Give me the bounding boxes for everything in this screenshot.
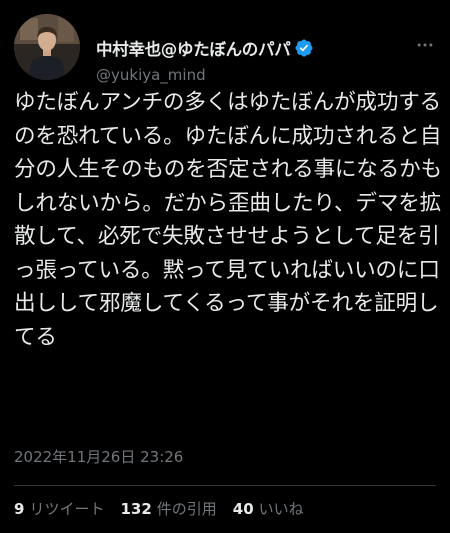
quotes-stat[interactable]: 132 件の引用	[120, 498, 216, 519]
tweet-stats: 9 リツイート 132 件の引用 40 いいね	[14, 498, 320, 519]
retweets-label: リツイート	[29, 500, 105, 518]
retweets-count: 9	[14, 500, 25, 518]
quotes-count: 132	[120, 500, 152, 518]
likes-count: 40	[232, 500, 254, 518]
verified-badge-icon	[294, 38, 314, 58]
more-horizontal-icon[interactable]	[414, 34, 436, 56]
author-handle[interactable]: @yukiya_mind	[96, 66, 206, 84]
avatar[interactable]	[14, 14, 80, 80]
tweet-body-text: ゆたぼんアンチの多くはゆたぼんが成功するのを恐れている。ゆたぼんに成功されると自…	[14, 90, 442, 350]
retweets-stat[interactable]: 9 リツイート	[14, 498, 104, 519]
author-display-name[interactable]: 中村幸也@ゆたぼんのパパ	[96, 36, 291, 60]
likes-stat[interactable]: 40 いいね	[233, 498, 304, 519]
author-name-row: 中村幸也@ゆたぼんのパパ	[96, 36, 314, 60]
likes-label: いいね	[258, 500, 304, 518]
tweet-header: 中村幸也@ゆたぼんのパパ @yukiya_mind	[14, 14, 436, 84]
avatar-image	[14, 14, 80, 80]
tweet: 中村幸也@ゆたぼんのパパ @yukiya_mind ゆたぼんアンチの多くはゆたぼ…	[0, 0, 450, 533]
quotes-label: 件の引用	[156, 500, 217, 518]
divider	[14, 485, 436, 486]
tweet-timestamp[interactable]: 2022年11月26日 23:26	[14, 446, 183, 467]
